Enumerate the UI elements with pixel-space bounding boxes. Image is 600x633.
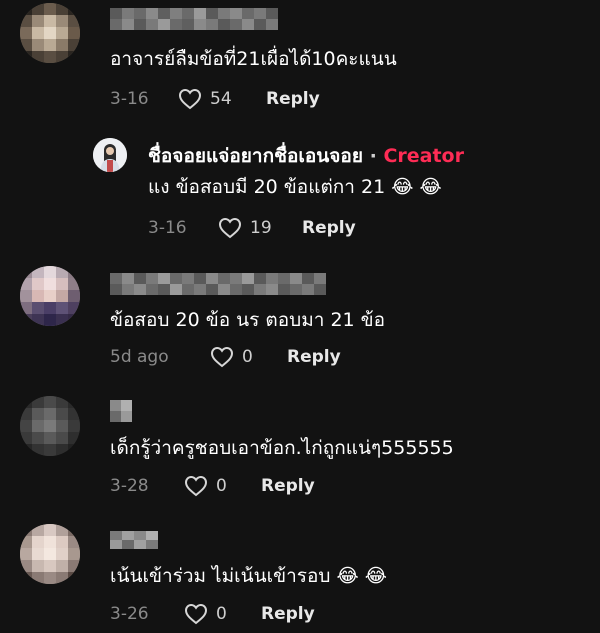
reply-meta: 3-16 19 Reply (148, 215, 548, 241)
heart-outline-icon[interactable] (184, 473, 208, 499)
reply-button[interactable]: Reply (302, 215, 356, 241)
like-count: 19 (250, 218, 272, 238)
separator-dot: · (369, 145, 377, 167)
comment-meta: 3-28 0 Reply (110, 473, 510, 499)
comment-meta: 5d ago 0 Reply (110, 344, 510, 370)
comment-date: 3-28 (110, 476, 149, 496)
comment-date: 3-26 (110, 604, 149, 624)
reply-button[interactable]: Reply (287, 344, 341, 370)
comment-text: เด็กรู้ว่าครูชอบเอาข้อก.ไก่ถูกแน่ๆ555555 (110, 437, 454, 459)
creator-username-row: ชื่อจอยแจ่อยากชื่อเอนจอย · Creator (148, 142, 464, 170)
comment-meta: 3-16 54 Reply (110, 86, 510, 112)
like-count: 0 (242, 347, 253, 367)
heart-outline-icon[interactable] (184, 601, 208, 627)
reply-text: แง ข้อสอบมี 20 ข้อแต่กา 21 😂 😂 (148, 176, 442, 198)
like-count: 0 (216, 476, 227, 496)
username-censored[interactable] (110, 8, 278, 30)
like-count: 0 (216, 604, 227, 624)
username-censored[interactable] (110, 273, 332, 295)
comment-date: 5d ago (110, 347, 169, 367)
heart-outline-icon[interactable] (178, 86, 202, 112)
avatar[interactable] (20, 3, 80, 63)
avatar[interactable] (20, 266, 80, 326)
comment-text: ข้อสอบ 20 ข้อ นร ตอบมา 21 ข้อ (110, 309, 386, 331)
creator-username[interactable]: ชื่อจอยแจ่อยากชื่อเอนจอย (148, 145, 363, 167)
comment-text: อาจารย์ลืมข้อที่21เผื่อได้10คะแนน (110, 48, 397, 70)
reply-button[interactable]: Reply (261, 601, 315, 627)
heart-outline-icon[interactable] (218, 215, 242, 241)
reply-date: 3-16 (148, 218, 187, 238)
avatar[interactable] (93, 138, 127, 172)
reply-button[interactable]: Reply (266, 86, 320, 112)
username-censored[interactable] (110, 531, 158, 549)
avatar[interactable] (20, 524, 80, 584)
reply-button[interactable]: Reply (261, 473, 315, 499)
avatar[interactable] (20, 396, 80, 456)
heart-outline-icon[interactable] (210, 344, 234, 370)
creator-badge: Creator (383, 145, 464, 167)
comment-meta: 3-26 0 Reply (110, 601, 510, 627)
like-count: 54 (210, 89, 232, 109)
comment-date: 3-16 (110, 89, 149, 109)
username-censored[interactable] (110, 400, 132, 422)
comment-text: เน้นเข้าร่วม ไม่เน้นเข้ารอบ 😂 😂 (110, 565, 387, 587)
